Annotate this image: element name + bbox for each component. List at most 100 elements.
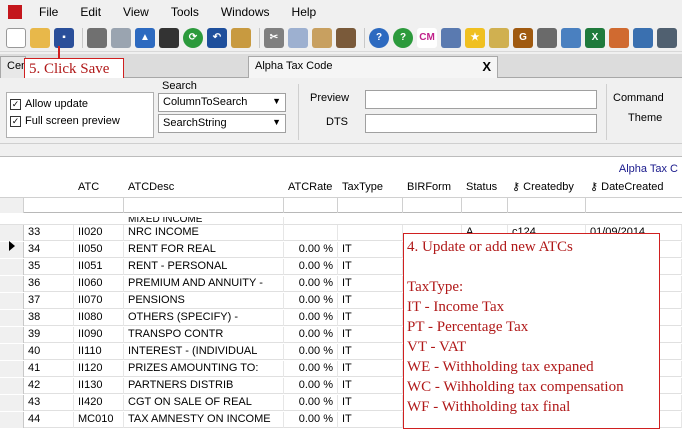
filter-birform[interactable] [403,198,462,213]
filter-atcrate[interactable] [284,198,338,213]
cell-atc[interactable]: II080 [74,310,124,326]
cell-no[interactable]: 43 [24,395,74,411]
dts-field[interactable] [365,114,597,133]
cell-type[interactable]: IT [338,293,403,309]
column-header-atcrate[interactable]: ATCRate [288,177,332,197]
cell-type[interactable] [338,225,403,241]
tab-central[interactable]: Cent [0,56,30,78]
cell-rate[interactable]: 0.00 % [284,378,338,394]
cell-no[interactable]: 42 [24,378,74,394]
calculator-icon[interactable] [159,27,179,48]
filter-atc[interactable] [74,198,124,213]
upload-icon[interactable]: ▲ [135,27,155,48]
column-header-status[interactable]: Status [466,177,497,197]
cell-type[interactable]: IT [338,395,403,411]
cell-atc[interactable]: II420 [74,395,124,411]
cut-icon[interactable]: ✂ [264,27,284,48]
cell-no[interactable]: 44 [24,412,74,428]
filter-taxtype[interactable] [338,198,403,213]
cell-atc[interactable]: II050 [74,242,124,258]
cell-no[interactable]: 34 [24,242,74,258]
row-marker[interactable] [0,395,24,411]
undo-icon[interactable]: ↶ [207,27,227,48]
open-folder-icon[interactable] [30,27,50,48]
question-icon[interactable]: ? [393,27,413,48]
row-marker[interactable] [0,344,24,360]
column-header-createdby[interactable]: ⚷ Createdby [512,177,574,197]
cell-type[interactable]: IT [338,276,403,292]
paste-icon[interactable] [312,27,332,48]
cell-atc[interactable]: II060 [74,276,124,292]
row-marker[interactable] [0,293,24,309]
help-icon[interactable]: ? [369,27,389,48]
people-icon[interactable] [441,27,461,48]
full-screen-preview-checkbox[interactable]: ✓ [10,115,21,127]
cell-type[interactable]: IT [338,361,403,377]
cell-type[interactable]: IT [338,242,403,258]
shapes-icon[interactable] [609,27,629,48]
cell-desc[interactable]: PRIZES AMOUNTING TO: [124,361,284,377]
cell-atc[interactable]: II130 [74,378,124,394]
preview-field[interactable] [365,90,597,109]
column-header-taxtype[interactable]: TaxType [342,177,383,197]
user-key-icon[interactable] [537,27,557,48]
cell-rate[interactable]: 0.00 % [284,344,338,360]
cell-no[interactable]: 37 [24,293,74,309]
cell-atc[interactable]: II020 [74,225,124,241]
search-string-dropdown[interactable]: SearchString ▼ [158,114,286,133]
cell-rate[interactable]: 0.00 % [284,242,338,258]
row-marker[interactable] [0,276,24,292]
grid-icon[interactable] [336,27,356,48]
column-header-datecreated[interactable]: ⚷ DateCreated [590,177,664,197]
menu-help[interactable]: Help [281,5,328,19]
tab-alpha-tax-code[interactable]: Alpha Tax Code X [248,56,498,78]
cell-atc[interactable]: II120 [74,361,124,377]
print-preview-icon[interactable] [111,27,131,48]
cell-desc[interactable]: NRC INCOME [124,225,284,241]
cell-desc[interactable]: TRANSPO CONTR [124,327,284,343]
cell-atc[interactable]: II051 [74,259,124,275]
cell-rate[interactable]: 0.00 % [284,395,338,411]
allow-update-row[interactable]: ✓ Allow update [10,96,150,112]
cell-no[interactable]: 38 [24,310,74,326]
cell-no[interactable]: 40 [24,344,74,360]
row-marker[interactable] [0,259,24,275]
extra-icon[interactable] [657,27,677,48]
cell-atc[interactable]: MC010 [74,412,124,428]
filter-atcdesc[interactable] [124,198,284,213]
cell-rate[interactable]: 0.00 % [284,276,338,292]
full-screen-preview-row[interactable]: ✓ Full screen preview [10,113,150,129]
row-marker[interactable] [0,327,24,343]
cell-desc[interactable]: OTHERS (SPECIFY) - [124,310,284,326]
cell-desc[interactable]: CGT ON SALE OF REAL [124,395,284,411]
copy-icon[interactable] [288,27,308,48]
cell-no[interactable]: 35 [24,259,74,275]
excel-icon[interactable]: X [585,27,605,48]
cell-rate[interactable]: 0.00 % [284,327,338,343]
row-marker[interactable] [0,412,24,428]
row-marker[interactable] [0,361,24,377]
cell-desc[interactable]: PENSIONS [124,293,284,309]
menu-tools[interactable]: Tools [160,5,210,19]
window-icon[interactable] [633,27,653,48]
find-icon[interactable] [231,27,251,48]
menu-file[interactable]: File [28,5,69,19]
cell-desc[interactable]: RENT FOR REAL [124,242,284,258]
allow-update-checkbox[interactable]: ✓ [10,98,21,110]
column-header-atcdesc[interactable]: ATCDesc [128,177,174,197]
wand-icon[interactable] [489,27,509,48]
cell-rate[interactable] [284,225,338,241]
cell-desc[interactable]: PREMIUM AND ANNUITY - [124,276,284,292]
export-icon[interactable] [561,27,581,48]
cell-atc[interactable]: II070 [74,293,124,309]
cell-type[interactable]: IT [338,412,403,428]
cell-type[interactable]: IT [338,344,403,360]
menu-edit[interactable]: Edit [69,5,112,19]
cell-atc[interactable]: II090 [74,327,124,343]
column-header-atc[interactable]: ATC [78,177,99,197]
filter-createdby[interactable] [508,198,586,213]
cell-no[interactable]: 41 [24,361,74,377]
column-header-birform[interactable]: BIRForm [407,177,451,197]
cell-no[interactable]: 39 [24,327,74,343]
row-marker[interactable] [0,225,24,241]
